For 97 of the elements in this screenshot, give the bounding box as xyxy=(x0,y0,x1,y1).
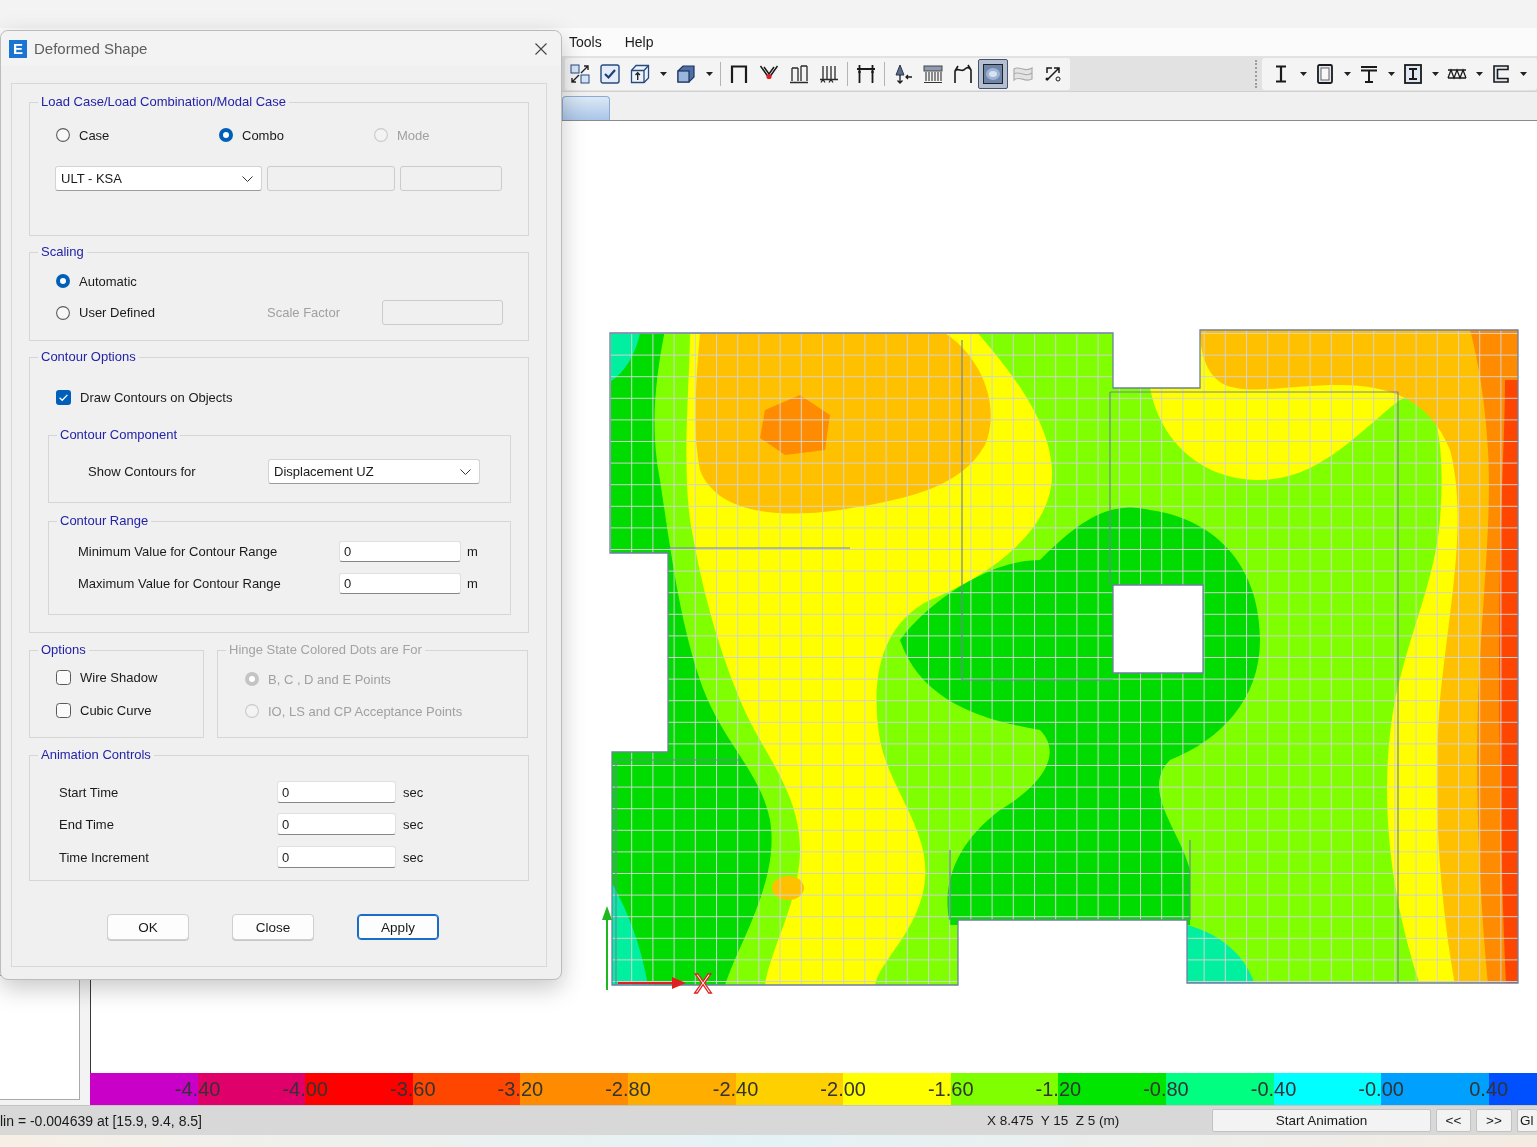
legend-value: -0.00 xyxy=(1358,1079,1404,1099)
close-icon[interactable] xyxy=(535,42,547,55)
axis-label: X xyxy=(694,969,712,997)
checkbox[interactable] xyxy=(56,669,71,685)
deformed-frame-icon xyxy=(953,63,973,84)
field-label: Show Contours for xyxy=(88,464,197,479)
text-field[interactable]: 0 xyxy=(277,813,396,835)
caret-icon[interactable] xyxy=(1299,71,1307,76)
toolbar-button[interactable] xyxy=(978,58,1008,89)
dialog-title: Deformed Shape xyxy=(34,40,148,57)
field-label: Start Time xyxy=(59,784,120,800)
radio-label: Case xyxy=(79,127,110,143)
rectangle-section-icon xyxy=(1315,63,1335,84)
status-button[interactable]: >> xyxy=(1476,1109,1512,1132)
menu-item[interactable]: Tools xyxy=(569,34,602,50)
unit-label: sec xyxy=(403,816,424,832)
field-label: Maximum Value for Contour Range xyxy=(78,576,282,591)
radio-label: Combo xyxy=(242,127,284,143)
caret-icon[interactable] xyxy=(1519,71,1527,76)
field-label: Time Increment xyxy=(59,849,150,865)
unit-label: sec xyxy=(403,784,424,800)
radio-button[interactable] xyxy=(56,128,70,142)
text-field[interactable]: 0 xyxy=(277,846,396,868)
dropdown[interactable]: ULT - KSA xyxy=(55,166,262,191)
legend-value: -0.80 xyxy=(1143,1079,1189,1099)
dialog-button[interactable]: OK xyxy=(107,914,189,940)
checkbox-icon xyxy=(600,63,620,84)
dropdown[interactable]: Displacement UZ xyxy=(268,459,480,484)
tee-section-icon xyxy=(1359,63,1379,84)
coordinates-text: X 8.475 Y 15 Z 5 (m) xyxy=(987,1113,1121,1128)
arrow-load-icon xyxy=(893,63,913,84)
group-title: Options xyxy=(40,642,87,658)
caret-icon[interactable] xyxy=(659,71,667,76)
radio-button[interactable] xyxy=(219,128,233,142)
text-field[interactable]: 0 xyxy=(339,541,461,562)
frame-columns-icon xyxy=(789,63,809,84)
group-title: Load Case/Load Combination/Modal Case xyxy=(40,94,287,110)
unit-label: sec xyxy=(403,849,424,865)
legend-value: -3.20 xyxy=(497,1079,544,1099)
app-logo: E xyxy=(9,39,27,58)
text-field[interactable]: 0 xyxy=(339,573,461,594)
dialog-button[interactable]: Close xyxy=(232,914,314,940)
checkbox[interactable] xyxy=(56,389,71,405)
unit-label: m xyxy=(467,544,478,559)
radio-button[interactable] xyxy=(56,274,70,288)
axes-icon xyxy=(602,906,686,991)
group-title: Contour Component xyxy=(59,427,179,443)
channel-section-icon xyxy=(1491,63,1511,84)
dialog-button[interactable]: Apply xyxy=(357,914,439,940)
field-label: End Time xyxy=(59,816,115,832)
contour-map-icon xyxy=(983,63,1003,84)
legend-value: -4.00 xyxy=(282,1079,328,1099)
group-title: Contour Range xyxy=(59,513,150,529)
group-title: Animation Controls xyxy=(40,747,152,763)
legend-value: -2.00 xyxy=(820,1079,866,1099)
group-title: Hinge State Colored Dots are For xyxy=(228,642,423,658)
field-label: Minimum Value for Contour Range xyxy=(78,544,279,559)
status-button[interactable]: Start Animation xyxy=(1212,1109,1431,1132)
legend-value: 0.40 xyxy=(1469,1079,1509,1099)
distributed-load-icon xyxy=(923,63,943,84)
frame-hinges-icon xyxy=(856,63,876,84)
checkbox-label: Draw Contours on Objects xyxy=(80,389,233,405)
legend-value: -3.60 xyxy=(390,1079,436,1099)
checkbox-label: Wire Shadow xyxy=(80,669,158,685)
resize-arrows-icon xyxy=(570,63,590,84)
cube-icon xyxy=(676,63,696,84)
menu-item[interactable]: Help xyxy=(624,34,654,50)
field-label: Scale Factor xyxy=(267,305,341,320)
checkbox[interactable] xyxy=(56,702,71,718)
checkbox-label: Cubic Curve xyxy=(80,702,152,718)
status-button[interactable]: Gl xyxy=(1517,1109,1537,1132)
columns-supports-icon xyxy=(819,63,839,84)
chevron-down-icon xyxy=(460,468,471,475)
chevron-down-icon xyxy=(242,175,253,182)
radio-label: User Defined xyxy=(79,305,155,320)
caret-icon[interactable] xyxy=(1343,71,1351,76)
radio-label: Automatic xyxy=(79,273,137,289)
text-field[interactable]: 0 xyxy=(277,781,396,803)
boxed-i-section-icon xyxy=(1403,63,1423,84)
radio-label: B, C , D and E Points xyxy=(268,671,391,687)
box-arrow-icon xyxy=(630,63,650,84)
legend-value: -2.80 xyxy=(605,1079,651,1099)
caret-icon[interactable] xyxy=(1475,71,1483,76)
legend-value: -2.40 xyxy=(712,1079,759,1099)
portal-frame-icon xyxy=(729,63,749,84)
status-button[interactable]: << xyxy=(1436,1109,1471,1132)
radio-label: IO, LS and CP Acceptance Points xyxy=(268,703,463,719)
group-title: Scaling xyxy=(40,244,85,260)
unit-label: m xyxy=(467,576,478,591)
caret-icon[interactable] xyxy=(1431,71,1439,76)
radio-label: Mode xyxy=(397,127,430,143)
legend-value: -1.60 xyxy=(927,1079,974,1099)
status-text: lin = -0.004639 at [15.9, 9.4, 8.5] xyxy=(0,1112,203,1129)
caret-icon[interactable] xyxy=(1387,71,1395,76)
group-title: Contour Options xyxy=(40,349,137,365)
radio-button[interactable] xyxy=(56,305,70,320)
caret-icon[interactable] xyxy=(705,71,713,76)
